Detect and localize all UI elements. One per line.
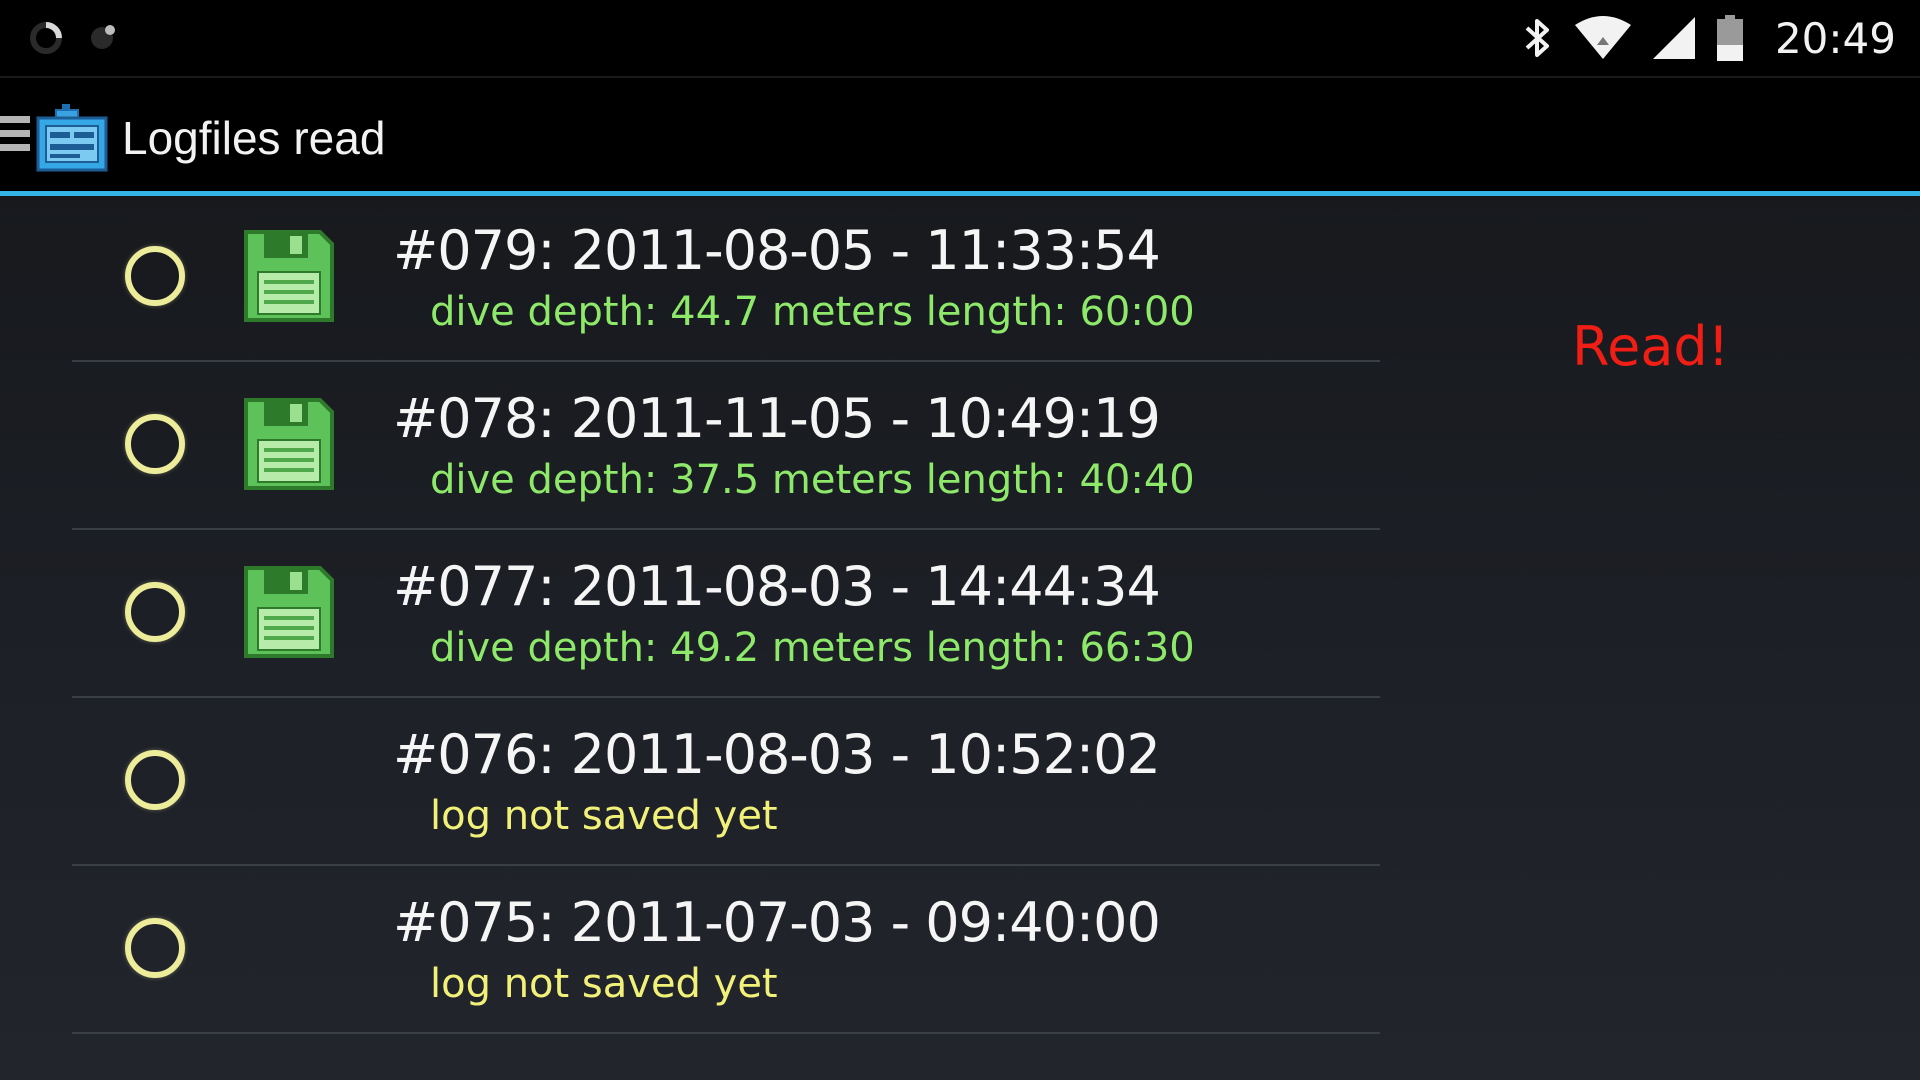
screen: 20:49 Logfiles read #079: 2011-08-05 - 1… — [0, 0, 1920, 1080]
floppy-disk-icon — [244, 566, 334, 658]
log-row[interactable]: #079: 2011-08-05 - 11:33:54 dive depth: … — [0, 194, 1400, 362]
notification-icon — [91, 25, 115, 49]
status-left-icons — [30, 14, 150, 62]
battery-icon — [1716, 15, 1743, 61]
wifi-icon — [1574, 16, 1631, 59]
floppy-disk-icon — [244, 398, 334, 490]
log-subtitle: dive depth: 49.2 meters length: 66:30 — [430, 625, 1195, 671]
row-divider — [72, 1032, 1380, 1034]
log-subtitle: log not saved yet — [430, 793, 778, 839]
select-radio[interactable] — [125, 918, 185, 978]
cell-signal-icon — [1652, 17, 1695, 59]
log-title: #077: 2011-08-03 - 14:44:34 — [393, 555, 1161, 618]
select-radio[interactable] — [125, 414, 185, 474]
log-row[interactable]: #078: 2011-11-05 - 10:49:19 dive depth: … — [0, 362, 1400, 530]
log-title: #076: 2011-08-03 - 10:52:02 — [393, 723, 1161, 786]
log-subtitle: dive depth: 37.5 meters length: 40:40 — [430, 457, 1195, 503]
action-bar: Logfiles read — [0, 76, 1920, 196]
page-title: Logfiles read — [122, 112, 386, 164]
log-row[interactable]: #076: 2011-08-03 - 10:52:02 log not save… — [0, 698, 1400, 866]
log-row[interactable]: #075: 2011-07-03 - 09:40:00 log not save… — [0, 866, 1400, 1034]
select-radio[interactable] — [125, 750, 185, 810]
read-status-label: Read! — [1572, 315, 1730, 378]
select-radio[interactable] — [125, 246, 185, 306]
floppy-disk-icon — [244, 230, 334, 322]
log-subtitle: dive depth: 44.7 meters length: 60:00 — [430, 289, 1195, 335]
status-time: 20:49 — [1774, 13, 1896, 63]
bluetooth-icon — [1525, 19, 1549, 57]
log-title: #078: 2011-11-05 - 10:49:19 — [393, 387, 1161, 450]
menu-drawer-icon[interactable] — [0, 116, 30, 160]
log-list: #079: 2011-08-05 - 11:33:54 dive depth: … — [0, 194, 1400, 1034]
log-title: #075: 2011-07-03 - 09:40:00 — [393, 891, 1161, 954]
log-title: #079: 2011-08-05 - 11:33:54 — [393, 219, 1161, 282]
status-bar: 20:49 — [0, 0, 1920, 76]
app-logo-icon[interactable] — [36, 104, 110, 172]
log-subtitle: log not saved yet — [430, 961, 778, 1007]
log-row[interactable]: #077: 2011-08-03 - 14:44:34 dive depth: … — [0, 530, 1400, 698]
select-radio[interactable] — [125, 582, 185, 642]
status-right-icons: 20:49 — [1521, 0, 1896, 76]
sync-icon — [30, 22, 62, 54]
